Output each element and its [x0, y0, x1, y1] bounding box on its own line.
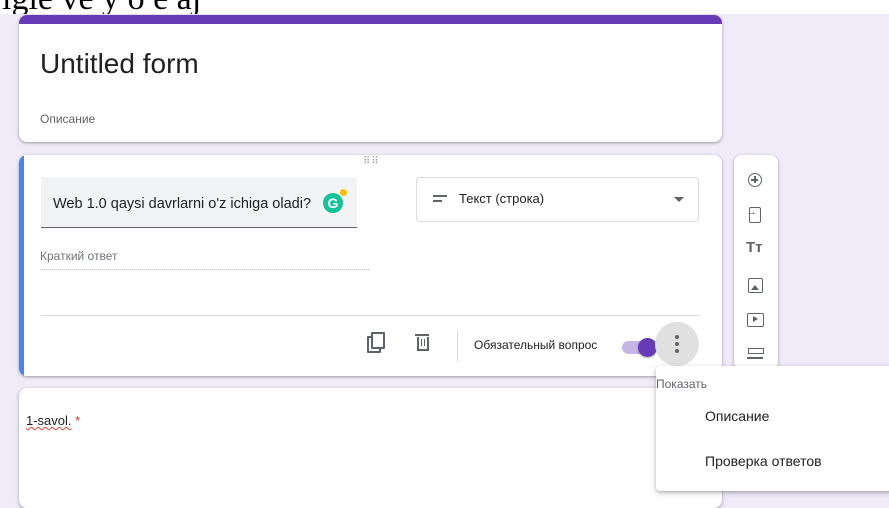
- form-description-field[interactable]: Описание: [40, 112, 95, 126]
- form-title[interactable]: Untitled form: [40, 48, 199, 80]
- form-header-card[interactable]: Untitled form Описание: [19, 15, 722, 142]
- more-options-button[interactable]: [655, 322, 699, 366]
- add-image-button[interactable]: [734, 270, 778, 304]
- menu-header: Показать: [656, 377, 708, 391]
- import-questions-icon: [746, 206, 761, 223]
- card-footer-divider: [41, 315, 700, 316]
- drag-handle-icon[interactable]: ⠿⠿: [363, 157, 380, 167]
- question-type-dropdown[interactable]: Текст (строка): [416, 177, 699, 222]
- required-label: Обязательный вопрос: [474, 338, 598, 352]
- grammarly-icon[interactable]: G: [323, 189, 347, 213]
- required-asterisk: *: [75, 413, 81, 428]
- question-title-input[interactable]: Web 1.0 qaysi davrlarni o'z ichiga oladi…: [41, 177, 357, 228]
- footer-separator: [457, 330, 458, 362]
- delete-icon[interactable]: [412, 332, 436, 356]
- import-questions-button[interactable]: [734, 200, 778, 234]
- video-icon: [747, 313, 764, 327]
- question-card-2[interactable]: 1-savol. *: [19, 388, 722, 508]
- section-icon: [747, 348, 764, 359]
- title-text-icon: Tт: [746, 239, 763, 256]
- duplicate-icon[interactable]: [364, 332, 388, 356]
- image-icon: [748, 278, 763, 293]
- overlay-text-strip: igle ve y o e aj: [0, 0, 889, 14]
- question-title-text: Web 1.0 qaysi davrlarni o'z ichiga oladi…: [53, 196, 312, 212]
- menu-item-response-validation[interactable]: Проверка ответов: [705, 453, 822, 469]
- add-video-button[interactable]: [734, 305, 778, 339]
- form-theme-bar: [19, 15, 722, 24]
- short-answer-placeholder: Краткий ответ: [40, 249, 369, 270]
- question-2-title: 1-savol. *: [26, 413, 81, 428]
- overlay-text: igle ve y o e aj: [2, 0, 201, 14]
- question-card[interactable]: ⠿⠿ Web 1.0 qaysi davrlarni o'z ichiga ol…: [19, 155, 722, 376]
- question-type-label: Текст (строка): [459, 191, 545, 206]
- floating-toolbar: Tт: [734, 155, 778, 370]
- required-toggle[interactable]: [620, 337, 657, 357]
- dropdown-arrow-icon: [674, 197, 684, 202]
- active-card-indicator: [19, 155, 24, 376]
- show-options-menu: Показать Описание Проверка ответов: [656, 366, 889, 491]
- add-question-button[interactable]: [734, 165, 778, 199]
- add-question-icon: [748, 173, 762, 187]
- add-title-button[interactable]: Tт: [734, 235, 778, 269]
- menu-item-description[interactable]: Описание: [705, 408, 769, 424]
- short-answer-icon: [433, 195, 447, 205]
